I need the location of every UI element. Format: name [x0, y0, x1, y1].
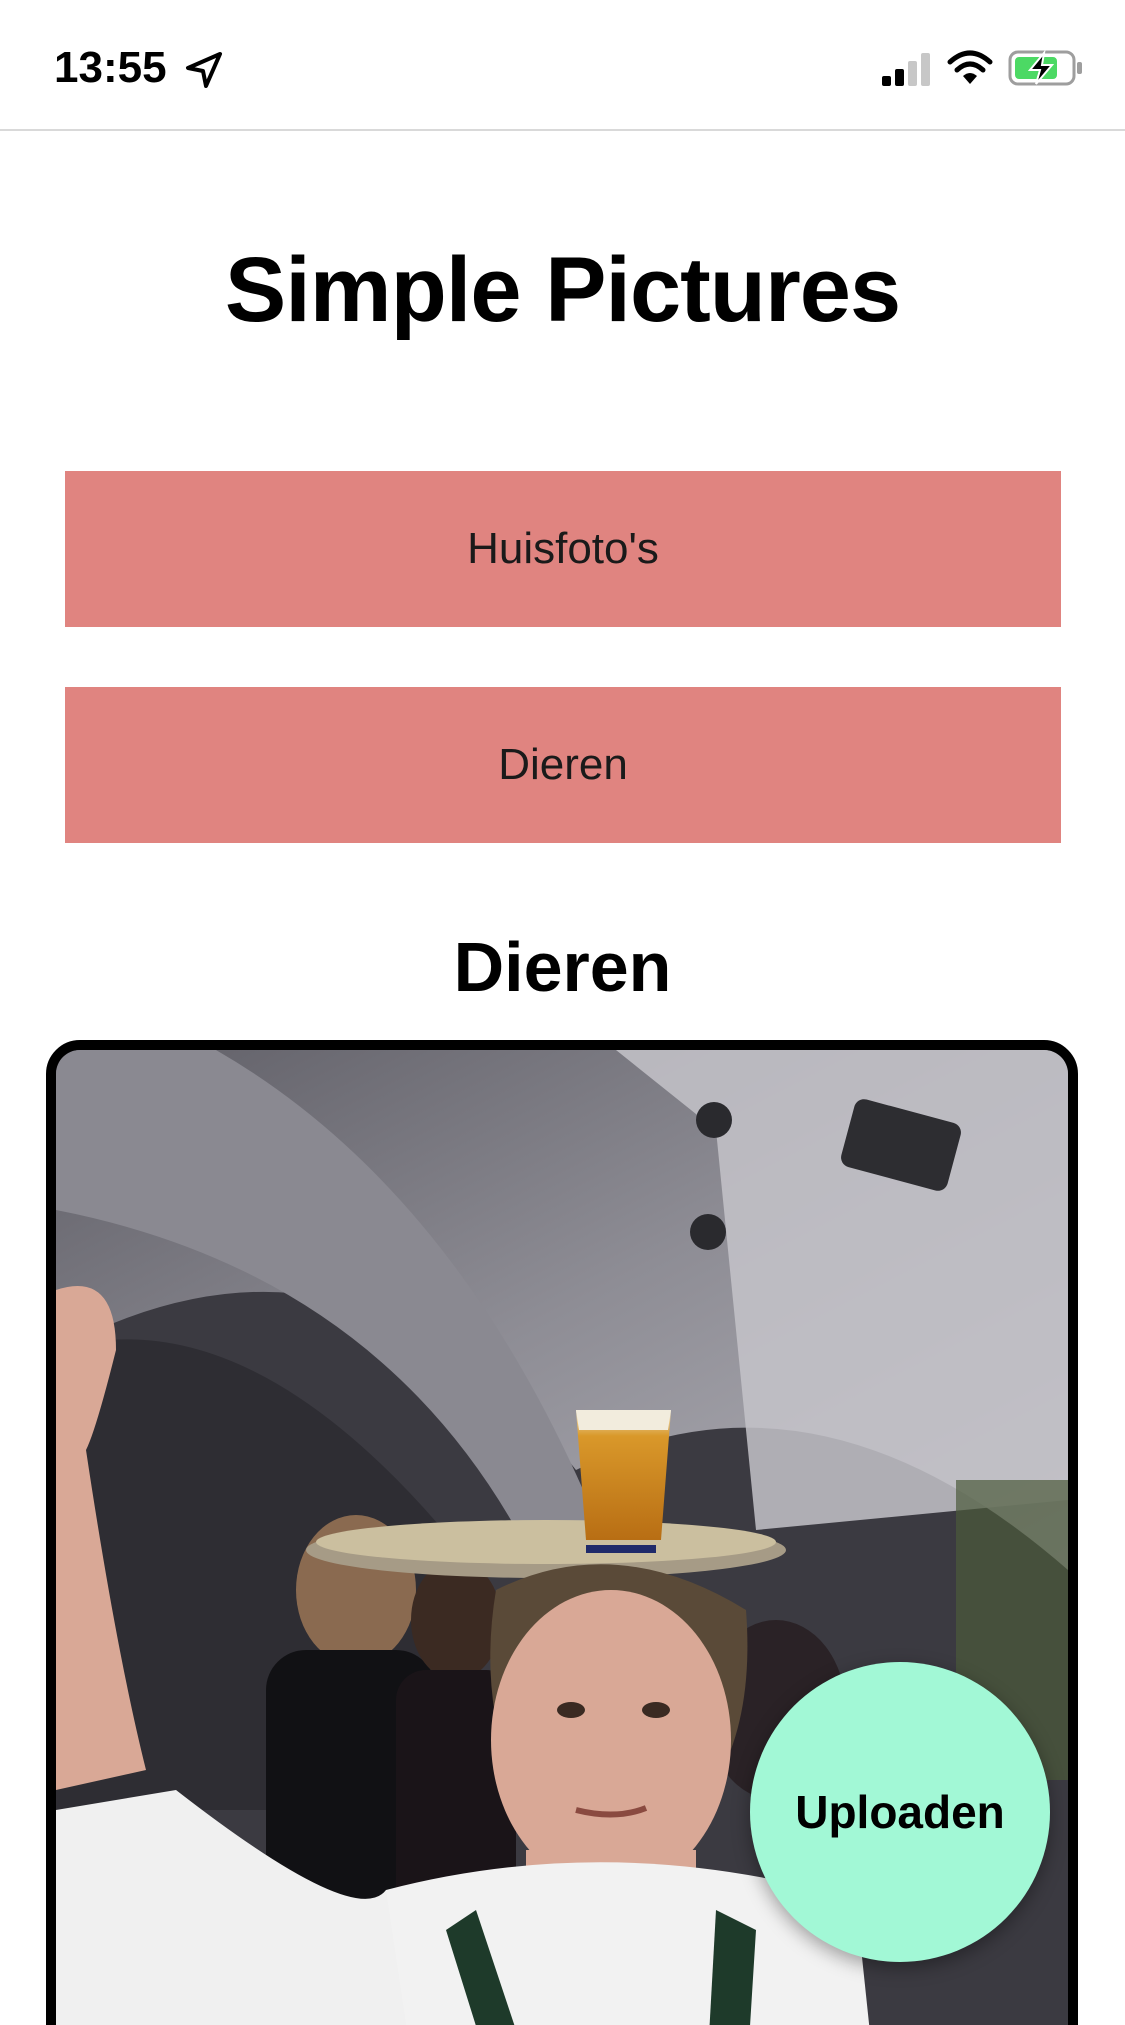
category-button-dieren[interactable]: Dieren: [65, 687, 1061, 843]
page-title: Simple Pictures: [224, 239, 901, 341]
status-bar: 13:55: [0, 0, 1125, 131]
section-title: Dieren: [453, 928, 672, 1006]
battery-charging-icon: [1008, 49, 1082, 86]
upload-button[interactable]: Uploaden: [750, 1662, 1050, 1962]
location-arrow-icon: [186, 52, 222, 88]
wifi-icon: [947, 50, 993, 84]
cellular-signal-icon: [882, 53, 930, 86]
category-button-huisfotos[interactable]: Huisfoto's: [65, 471, 1061, 627]
status-time: 13:55: [54, 43, 167, 92]
